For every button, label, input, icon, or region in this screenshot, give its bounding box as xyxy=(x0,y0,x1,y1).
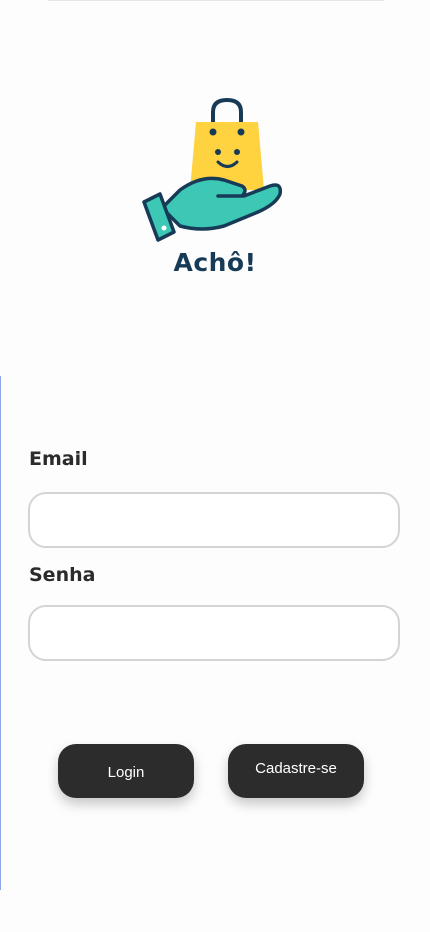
signup-button-label: Cadastre-se xyxy=(255,759,337,777)
shopping-bag-hand-icon xyxy=(142,97,283,242)
email-label: Email xyxy=(29,448,88,470)
email-field[interactable] xyxy=(28,492,400,548)
left-edge-line xyxy=(0,376,1,890)
login-button[interactable]: Login xyxy=(58,744,194,798)
top-divider xyxy=(48,0,384,1)
login-button-label: Login xyxy=(107,763,145,781)
brand-logo: Achô! xyxy=(140,90,290,290)
password-field[interactable] xyxy=(28,605,400,661)
brand-name: Achô! xyxy=(173,248,257,277)
signup-button[interactable]: Cadastre-se xyxy=(228,744,364,798)
password-label: Senha xyxy=(29,564,96,586)
login-screen: Achô! Email Senha Login Cadastre-se xyxy=(0,0,430,932)
